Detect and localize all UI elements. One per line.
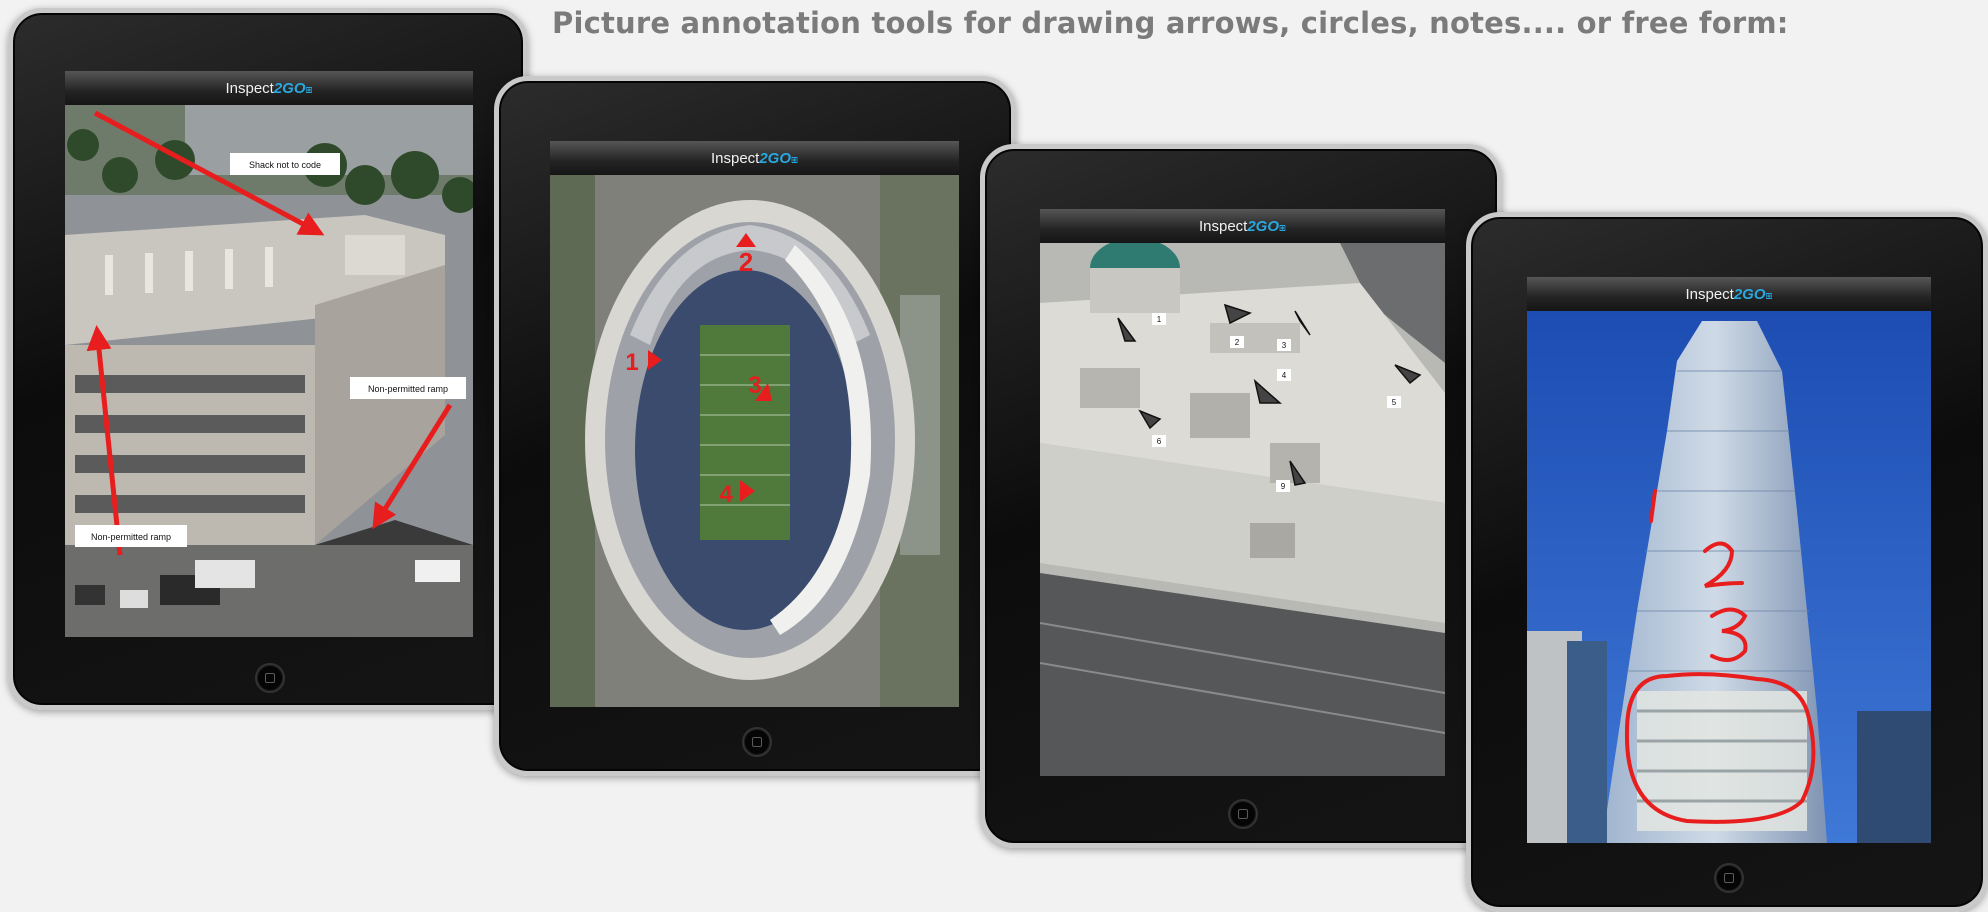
svg-text:1: 1 xyxy=(1157,315,1162,324)
rooftop-aerial-photo[interactable]: 1 2 3 4 5 6 9 xyxy=(1040,243,1445,776)
page-headline: Picture annotation tools for drawing arr… xyxy=(552,6,1789,40)
app-logo: Inspect2GO⧆ xyxy=(710,149,799,167)
stadium-aerial-photo[interactable]: 2 1 3 4 xyxy=(550,175,959,707)
app-title-bar: Inspect2GO⧆ xyxy=(65,71,473,106)
home-button[interactable] xyxy=(1228,799,1258,829)
annotation-note[interactable]: Shack not to code xyxy=(230,153,340,175)
home-button[interactable] xyxy=(742,727,772,757)
tablet-3-screen: Inspect2GO⧆ 1 2 3 4 5 6 9 xyxy=(1040,209,1445,776)
tablet-1-screen: Inspect2GO⧆ Shack not to code Non-permit… xyxy=(65,71,473,637)
svg-text:4: 4 xyxy=(719,481,733,508)
svg-text:2: 2 xyxy=(1235,338,1240,347)
svg-text:4: 4 xyxy=(1282,371,1287,380)
tablet-4-screen: Inspect2GO⧆ xyxy=(1527,277,1931,843)
annotation-note[interactable]: Non-permitted ramp xyxy=(350,377,466,399)
app-logo: Inspect2GO⧆ xyxy=(1685,285,1773,303)
skyscraper-photo[interactable]: 1 xyxy=(1527,311,1931,843)
app-title-bar: Inspect2GO⧆ xyxy=(1040,209,1445,244)
tablet-1: Inspect2GO⧆ Shack not to code Non-permit… xyxy=(8,8,528,710)
home-button[interactable] xyxy=(255,663,285,693)
parking-structure-photo[interactable]: Shack not to code Non-permitted ramp Non… xyxy=(65,105,473,637)
tablet-2-screen: Inspect2GO⧆ 2 1 3 4 xyxy=(550,141,959,707)
app-title-bar: Inspect2GO⧆ xyxy=(1527,277,1931,312)
signal-icon: ⧆ xyxy=(1279,221,1287,234)
home-button[interactable] xyxy=(1714,863,1744,893)
svg-text:2: 2 xyxy=(739,247,753,277)
svg-text:Non-permitted ramp: Non-permitted ramp xyxy=(368,384,448,394)
signal-icon: ⧆ xyxy=(1765,289,1773,302)
signal-icon: ⧆ xyxy=(791,153,799,166)
svg-text:9: 9 xyxy=(1281,482,1286,491)
svg-text:Shack not to code: Shack not to code xyxy=(249,160,321,170)
svg-text:1: 1 xyxy=(625,349,638,376)
tablet-2: Inspect2GO⧆ 2 1 3 4 xyxy=(494,76,1016,776)
svg-text:3: 3 xyxy=(1282,341,1287,350)
app-title-bar: Inspect2GO⧆ xyxy=(550,141,959,176)
tablet-4: Inspect2GO⧆ xyxy=(1466,212,1988,912)
signal-icon: ⧆ xyxy=(305,83,313,96)
tablet-3: Inspect2GO⧆ 1 2 3 4 5 6 9 xyxy=(980,144,1502,848)
app-logo: Inspect2GO⧆ xyxy=(225,79,313,97)
svg-text:5: 5 xyxy=(1392,398,1397,407)
annotation-note[interactable]: Non-permitted ramp xyxy=(75,525,187,547)
app-logo: Inspect2GO⧆ xyxy=(1198,217,1287,235)
svg-text:6: 6 xyxy=(1157,437,1162,446)
svg-text:Non-permitted ramp: Non-permitted ramp xyxy=(91,532,171,542)
